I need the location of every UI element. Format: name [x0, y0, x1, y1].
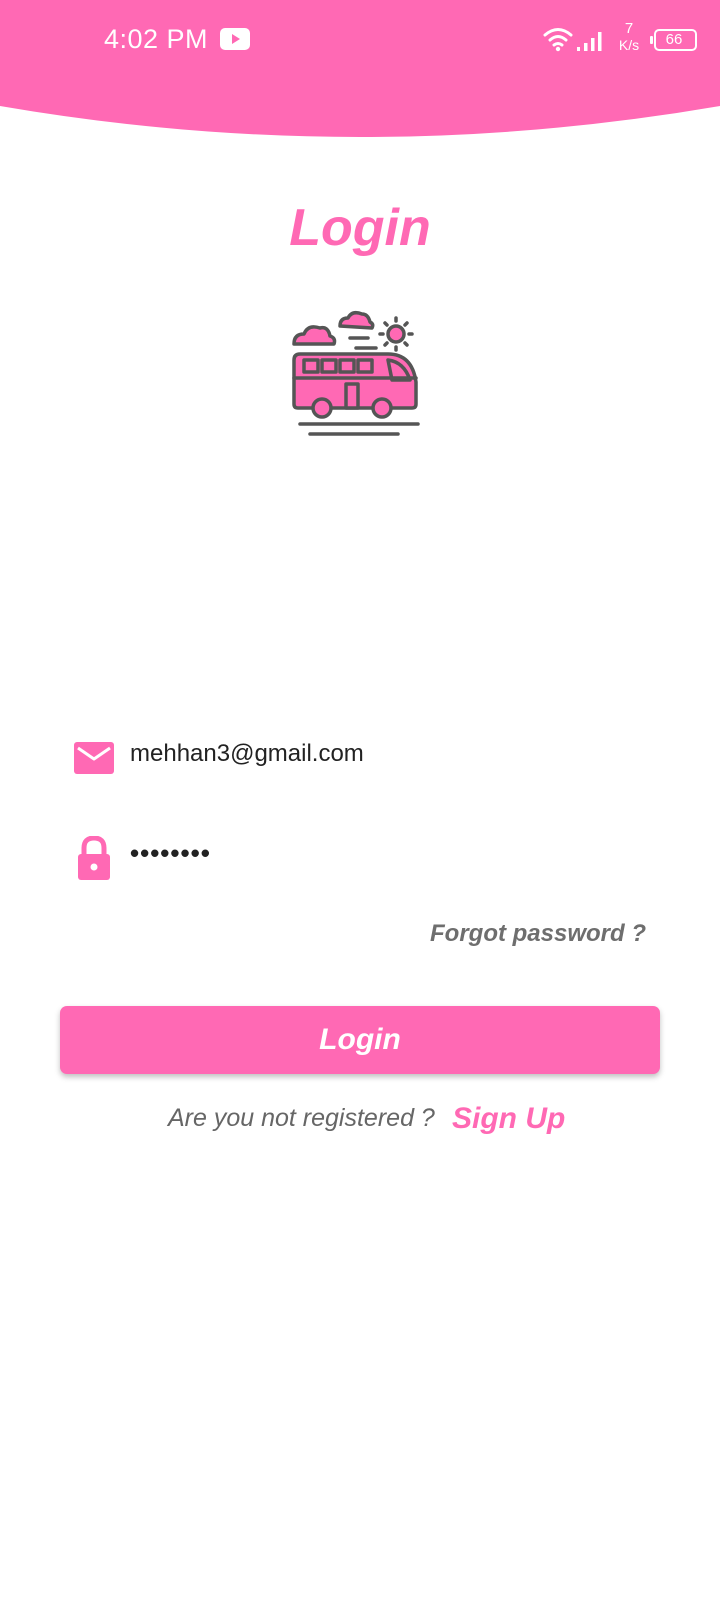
mail-icon	[74, 742, 114, 774]
battery-level: 66	[665, 31, 683, 48]
signal-icon	[577, 32, 602, 51]
wifi-icon	[543, 28, 573, 52]
register-row: Are you not registered ? Sign Up	[0, 1102, 720, 1144]
password-value[interactable]: ••••••••	[130, 838, 211, 869]
network-speed-unit: K/s	[618, 37, 640, 53]
network-speed-value: 7	[624, 20, 634, 37]
email-field[interactable]: mehhan3@gmail.com	[74, 732, 634, 782]
signup-link[interactable]: Sign Up	[452, 1102, 565, 1136]
youtube-icon	[220, 28, 250, 50]
forgot-password-link[interactable]: Forgot password ?	[430, 920, 646, 948]
login-button[interactable]: Login	[60, 1006, 660, 1074]
register-prompt: Are you not registered ?	[168, 1104, 435, 1132]
bus-icon	[292, 310, 420, 436]
lock-icon	[78, 836, 110, 880]
network-speed: 7 K/s	[614, 20, 644, 54]
page-title: Login	[289, 199, 431, 257]
status-time: 4:02 PM	[104, 24, 209, 54]
status-bar: 4:02 PM 7 K/s 66	[0, 0, 720, 80]
password-field[interactable]: ••••••••	[74, 832, 634, 882]
email-value[interactable]: mehhan3@gmail.com	[130, 740, 364, 768]
